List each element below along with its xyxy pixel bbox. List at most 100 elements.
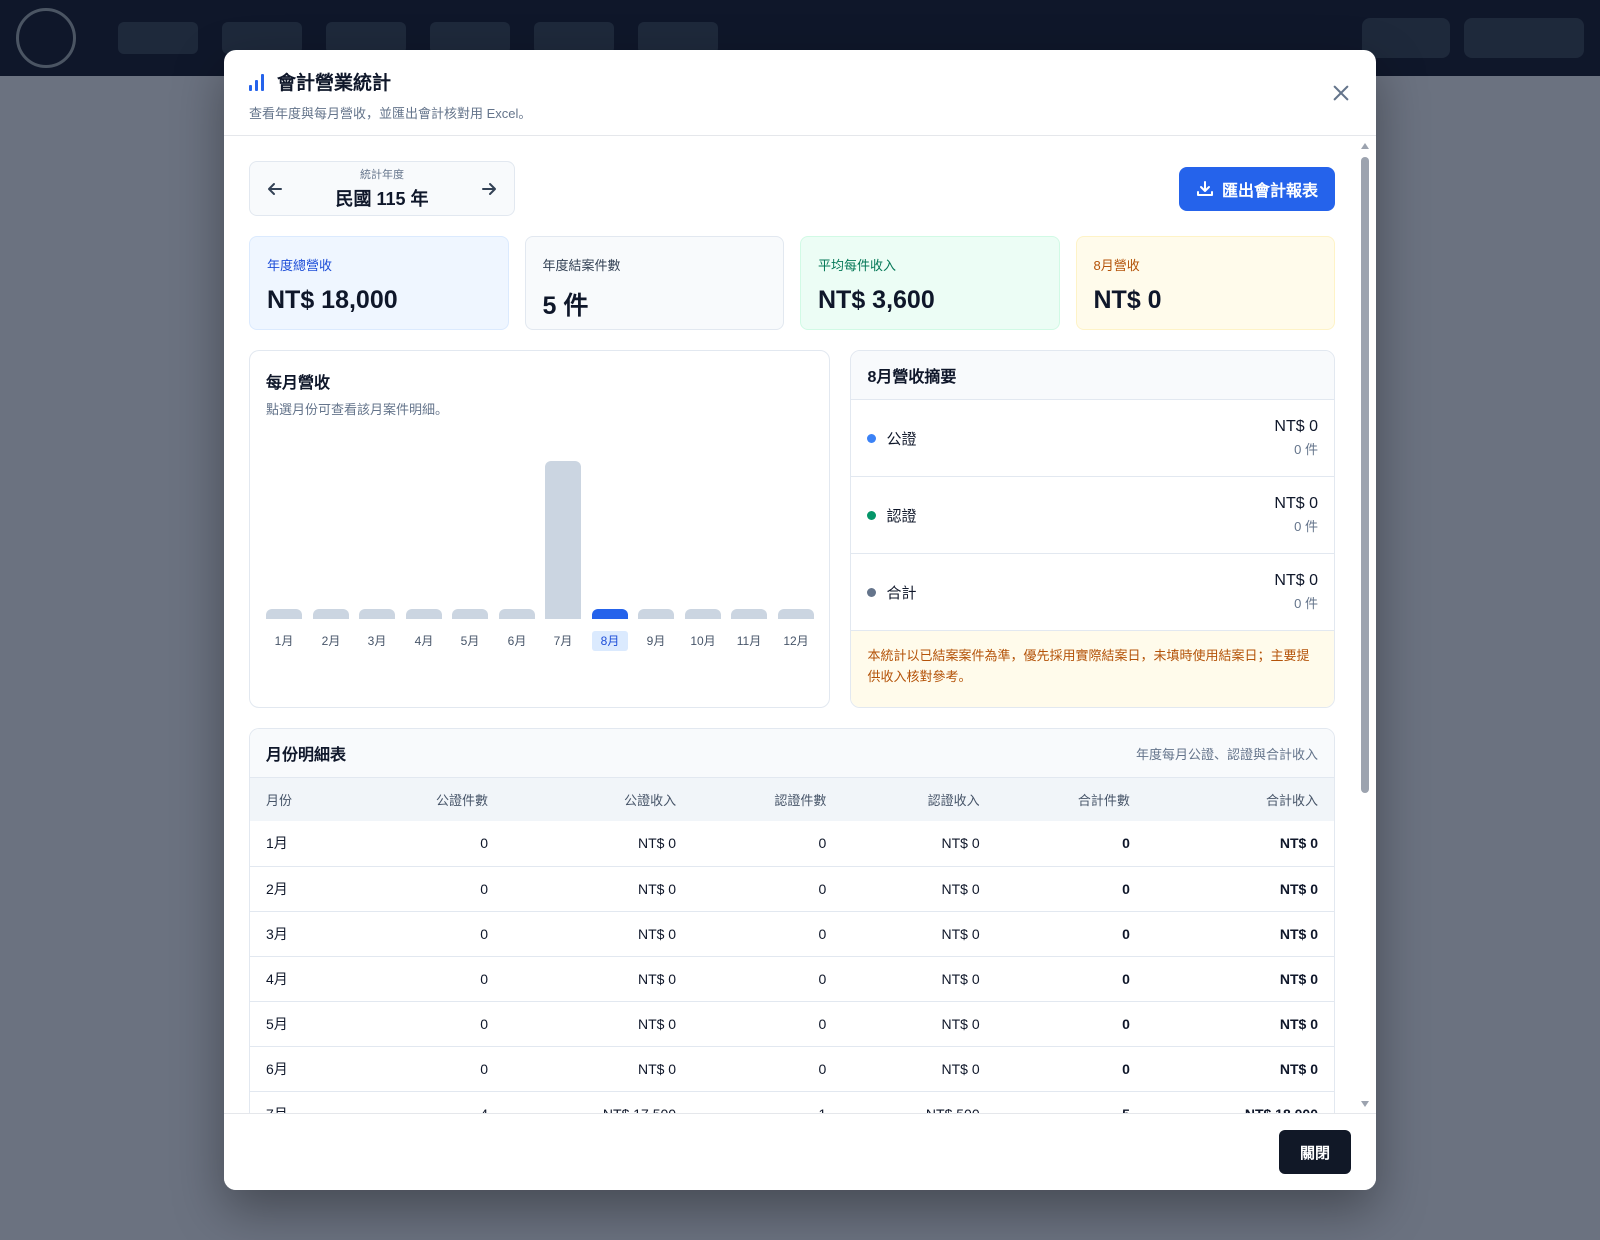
table-cell: 0 [480, 925, 488, 942]
chart-title: 每月營收 [266, 375, 331, 392]
chart-bar[interactable] [545, 461, 581, 619]
chart-tick-label[interactable]: 4月 [406, 631, 442, 651]
chart-tick-label[interactable]: 2月 [313, 631, 349, 651]
close-button[interactable]: 關閉 [1279, 1130, 1351, 1174]
chart-tick-label[interactable]: 6月 [499, 631, 535, 651]
chart-bar[interactable] [266, 609, 302, 619]
app-header-actions [1362, 18, 1584, 58]
year-label: 統計年度 [359, 169, 404, 181]
column-header: 公證件數 [435, 793, 488, 808]
scrollbar-thumb[interactable] [1361, 157, 1369, 793]
chart-tick-label[interactable]: 7月 [545, 631, 581, 651]
table-cell: 0 [818, 925, 827, 942]
chart-tick-label[interactable]: 11月 [731, 631, 767, 651]
next-year-button[interactable] [478, 178, 500, 200]
download-icon [1196, 180, 1213, 196]
chart-bar[interactable] [452, 609, 488, 619]
table-cell: NT$ 0 [637, 925, 677, 942]
chart-bar[interactable] [313, 609, 349, 619]
chart-tick-label[interactable]: 5月 [452, 631, 488, 651]
monthly-detail-table: 月份 公證件數 公證收入 認證件數 認證收入 合計件數 合計收入 1月 0 NT$ … [250, 778, 1334, 1113]
kpi-label: 平均每件收入 [818, 258, 897, 273]
accounting-stats-modal: 會計營業統計 查看年度與每月營收，並匯出會計核對用 Excel。 統計年度 民國… [224, 50, 1376, 1190]
table-cell: 0 [1122, 970, 1130, 987]
table-row: 3月 0 NT$ 0 0 NT$ 0 0 NT$ 0 [250, 911, 1334, 956]
table-cell: 5月 [266, 1015, 288, 1032]
table-cell: NT$ 0 [941, 835, 980, 852]
table-cell: NT$ 0 [1279, 835, 1318, 852]
table-cell: NT$ 0 [637, 970, 677, 987]
summary-row-count: 0 件 [1294, 442, 1318, 457]
chart-bar[interactable] [499, 609, 535, 619]
chart-bar[interactable] [406, 609, 442, 619]
kpi-annual-revenue: 年度總營收 NT$ 18,000 [249, 236, 509, 330]
summary-row-label: 公證 [886, 430, 917, 448]
export-report-button[interactable]: 匯出會計報表 [1179, 166, 1335, 211]
prev-year-button[interactable] [264, 178, 286, 200]
table-cell: NT$ 0 [1279, 1015, 1318, 1032]
chart-tick-label[interactable]: 9月 [638, 631, 674, 651]
chart-subtitle: 點選月份可查看該月案件明細。 [266, 402, 449, 417]
summary-row-total: 合計 NT$ 0 0 件 [851, 554, 1334, 631]
chart-tick-label[interactable]: 10月 [685, 631, 721, 651]
scroll-up-icon[interactable] [1361, 143, 1369, 149]
modal-body[interactable]: 統計年度 民國 115 年 匯出會計報表 年度總營收 NT$ 18,000 年度… [224, 137, 1376, 1113]
kpi-value: NT$ 18,000 [267, 286, 398, 314]
column-header: 公證收入 [624, 793, 677, 808]
chart-bar[interactable] [685, 609, 721, 619]
table-cell: 0 [480, 1060, 488, 1077]
chart-tick-label[interactable]: 1月 [266, 631, 302, 651]
table-cell: 7月 [250, 1091, 354, 1114]
table-cell: NT$ 0 [1279, 925, 1318, 942]
table-cell: 2月 [266, 880, 288, 897]
table-row: 5月 0 NT$ 0 0 NT$ 0 0 NT$ 0 [250, 1001, 1334, 1046]
table-cell: NT$ 0 [941, 1015, 980, 1032]
table-title: 月份明細表 [266, 747, 347, 764]
column-header: 合計收入 [1265, 793, 1318, 808]
total-dot-icon [867, 587, 877, 597]
table-cell: NT$ 0 [1279, 970, 1318, 987]
bar-chart-icon [249, 73, 267, 91]
table-cell: 0 [480, 1015, 488, 1032]
close-icon[interactable] [1328, 80, 1354, 106]
summary-title: 8月營收摘要 [851, 351, 1334, 400]
table-cell: NT$ 0 [941, 925, 980, 942]
chart-tick-label[interactable]: 3月 [359, 631, 395, 651]
table-row: 7月4NT$ 17,5001NT$ 5005NT$ 18,000 [250, 1091, 1334, 1114]
table-row: 1月 0 NT$ 0 0 NT$ 0 0 NT$ 0 [250, 821, 1334, 866]
table-row: 6月 0 NT$ 0 0 NT$ 0 0 NT$ 0 [250, 1046, 1334, 1091]
chart-bar[interactable] [359, 609, 395, 619]
modal-header: 會計營業統計 查看年度與每月營收，並匯出會計核對用 Excel。 [224, 50, 1376, 136]
table-header-row: 月份 公證件數 公證收入 認證件數 認證收入 合計件數 合計收入 [250, 778, 1334, 821]
scroll-down-icon[interactable] [1361, 1101, 1369, 1107]
certification-dot-icon [867, 510, 877, 520]
table-cell: NT$ 0 [1279, 880, 1318, 897]
table-cell: NT$ 17,500 [504, 1091, 692, 1114]
kpi-closed-cases: 年度結案件數 5 件 [524, 236, 784, 330]
chart-bar[interactable] [731, 609, 767, 619]
table-cell: 0 [480, 835, 488, 852]
table-cell: NT$ 0 [637, 880, 677, 897]
modal-title: 會計營業統計 [277, 73, 392, 94]
table-cell: 4月 [266, 970, 288, 987]
chart-tick-label[interactable]: 12月 [778, 631, 814, 651]
summary-row-amount: NT$ 0 [1274, 495, 1318, 512]
table-cell: 0 [1122, 1060, 1130, 1077]
chart-bar[interactable] [592, 609, 628, 619]
summary-row-amount: NT$ 0 [1274, 572, 1318, 589]
modal-scrollbar[interactable] [1360, 143, 1370, 1107]
monthly-bar-chart: 1月 2月 3月 4月 5月 6月 7月 8月 9月 10月 11月 12月 [266, 451, 814, 651]
table-cell: 3月 [266, 925, 288, 942]
table-subtitle: 年度每月公證、認證與合計收入 [1135, 746, 1318, 762]
chart-bar[interactable] [778, 609, 814, 619]
arrow-right-icon [481, 182, 496, 195]
table-cell: NT$ 18,000 [1146, 1091, 1334, 1114]
chart-tick-label[interactable]: 8月 [592, 631, 628, 651]
summary-row-notary: 公證 NT$ 0 0 件 [851, 400, 1334, 477]
summary-row-amount: NT$ 0 [1274, 418, 1318, 435]
chart-bar[interactable] [638, 609, 674, 619]
monthly-detail-table-card: 月份明細表 年度每月公證、認證與合計收入 月份 公證件數 公證收入 認證件數 認… [249, 728, 1335, 1113]
table-cell: NT$ 0 [1279, 1060, 1318, 1077]
table-cell: 0 [1122, 835, 1130, 852]
table-cell: 6月 [266, 1060, 288, 1077]
